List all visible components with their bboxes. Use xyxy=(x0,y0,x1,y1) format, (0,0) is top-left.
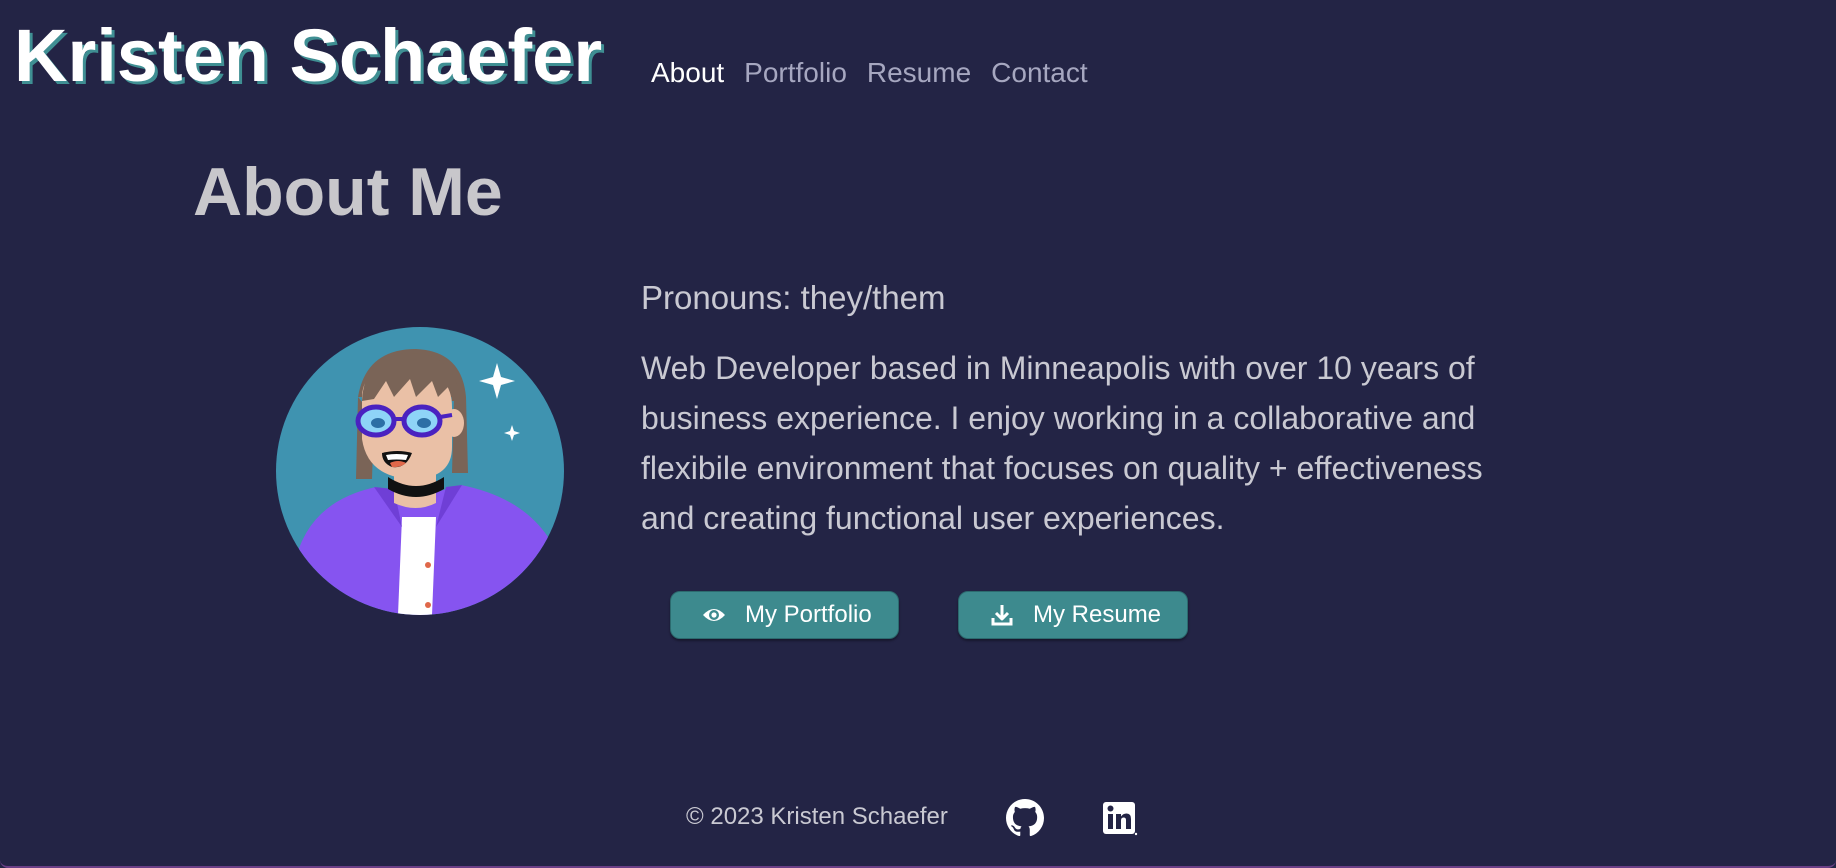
bio-text: Web Developer based in Minneapolis with … xyxy=(641,350,1483,536)
linkedin-link[interactable] xyxy=(1100,798,1140,838)
nav-portfolio[interactable]: Portfolio xyxy=(744,56,847,90)
about-heading: About Me xyxy=(193,154,503,230)
person-illustration-icon xyxy=(276,327,564,615)
eye-icon xyxy=(701,602,727,628)
my-resume-button[interactable]: My Resume xyxy=(958,591,1188,639)
github-icon xyxy=(1006,799,1044,837)
avatar xyxy=(276,327,564,615)
my-portfolio-button[interactable]: My Portfolio xyxy=(670,591,899,639)
main-nav: About Portfolio Resume Contact xyxy=(651,56,1088,90)
my-resume-label: My Resume xyxy=(1033,601,1162,628)
nav-contact[interactable]: Contact xyxy=(991,56,1088,90)
site-title[interactable]: Kristen Schaefer xyxy=(14,14,602,98)
github-link[interactable] xyxy=(1005,798,1045,838)
pronouns: Pronouns: they/them xyxy=(641,279,946,316)
my-portfolio-label: My Portfolio xyxy=(745,601,872,628)
nav-resume[interactable]: Resume xyxy=(867,56,971,90)
linkedin-icon xyxy=(1103,802,1138,836)
download-icon xyxy=(989,602,1015,628)
nav-about[interactable]: About xyxy=(651,56,724,90)
copyright-text: © 2023 Kristen Schaefer xyxy=(686,803,948,830)
